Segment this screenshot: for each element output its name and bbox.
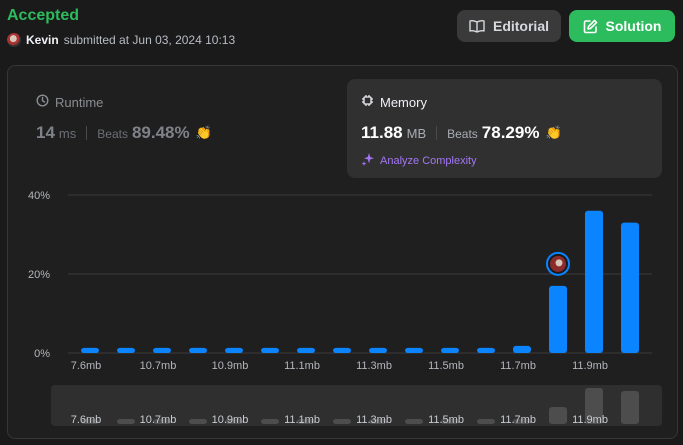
overview-bar bbox=[621, 391, 639, 424]
x-tick-label: 11.1mb bbox=[284, 360, 320, 372]
chart-bar[interactable] bbox=[549, 285, 567, 353]
chart-bar[interactable] bbox=[621, 222, 639, 353]
chart-bar[interactable] bbox=[369, 347, 387, 353]
overview-x-tick-label: 10.7mb bbox=[140, 414, 177, 426]
chart-bar[interactable] bbox=[225, 347, 243, 353]
x-tick-label: 11.7mb bbox=[500, 360, 536, 372]
chart-bar[interactable] bbox=[333, 347, 351, 353]
chart-bars bbox=[81, 210, 639, 353]
chart-bar[interactable] bbox=[405, 347, 423, 353]
overview-x-tick-label: 11.3mb bbox=[356, 414, 392, 426]
chart-bar[interactable] bbox=[297, 347, 315, 353]
overview-x-tick-label: 11.1mb bbox=[284, 414, 320, 426]
overview-x-tick-label: 7.6mb bbox=[71, 414, 102, 426]
overview-bar bbox=[549, 407, 567, 424]
chart-bar[interactable] bbox=[189, 347, 207, 353]
x-tick-label: 11.5mb bbox=[428, 360, 464, 372]
submission-result-page: Accepted Kevin submitted at Jun 03, 2024… bbox=[0, 0, 683, 445]
chart-bar[interactable] bbox=[117, 347, 135, 353]
chart-bar[interactable] bbox=[153, 347, 171, 353]
memory-distribution-chart: 0% 20% 40% 7.6mb 10.7mb 10.9mb 11.1mb 11.3mb 11… bbox=[28, 190, 662, 426]
x-tick-label: 10.7mb bbox=[140, 360, 177, 372]
y-tick-label: 40% bbox=[28, 190, 50, 202]
overview-bar bbox=[333, 419, 351, 424]
avatar-face bbox=[555, 259, 563, 267]
chart-bar[interactable] bbox=[513, 345, 531, 353]
x-tick-label: 7.6mb bbox=[71, 360, 102, 372]
chart-x-axis: 7.6mb 10.7mb 10.9mb 11.1mb 11.3mb 11.5mb 11.7m… bbox=[71, 360, 608, 372]
overview-bar bbox=[189, 419, 207, 424]
overview-bar bbox=[261, 419, 279, 424]
chart-bar[interactable] bbox=[585, 210, 603, 353]
x-tick-label: 10.9mb bbox=[212, 360, 249, 372]
chart-bar[interactable] bbox=[477, 347, 495, 353]
overview-x-tick-label: 11.9mb bbox=[572, 414, 608, 426]
chart-y-axis: 0% 20% 40% bbox=[28, 190, 50, 360]
overview-bar bbox=[405, 419, 423, 424]
overview-x-tick-label: 11.7mb bbox=[500, 414, 536, 426]
overview-x-tick-label: 10.9mb bbox=[212, 414, 249, 426]
y-tick-label: 0% bbox=[34, 348, 50, 360]
x-tick-label: 11.3mb bbox=[356, 360, 392, 372]
x-tick-label: 11.9mb bbox=[572, 360, 608, 372]
chart-bar[interactable] bbox=[261, 347, 279, 353]
overview-x-tick-label: 11.5mb bbox=[428, 414, 464, 426]
overview-bar bbox=[477, 419, 495, 424]
chart-bar[interactable] bbox=[441, 347, 459, 353]
overview-bar bbox=[117, 419, 135, 424]
user-submission-marker[interactable] bbox=[546, 251, 570, 276]
y-tick-label: 20% bbox=[28, 269, 50, 281]
chart-bar[interactable] bbox=[81, 347, 99, 353]
